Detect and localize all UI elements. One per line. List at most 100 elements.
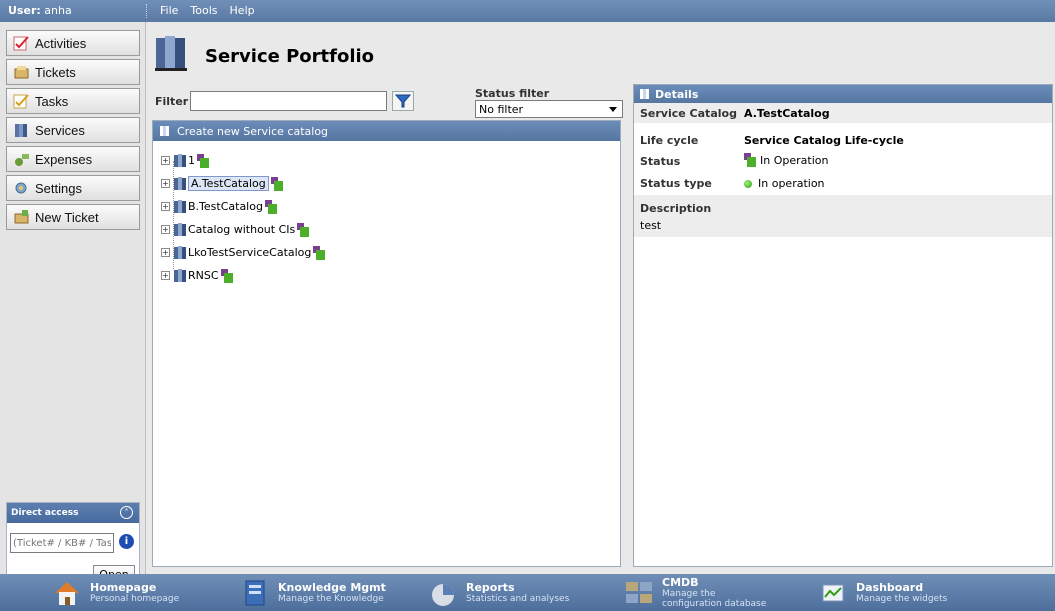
nav-homepage-title: Homepage	[90, 581, 157, 594]
status-label: Status	[640, 155, 681, 168]
sidebar-item-tasks[interactable]: Tasks	[6, 88, 140, 114]
nav-dashboard[interactable]: Dashboard Manage the widgets	[818, 577, 947, 609]
status-icon	[220, 268, 233, 283]
sidebar-item-services[interactable]: Services	[6, 117, 140, 143]
tree-node[interactable]: + 1	[161, 149, 325, 172]
expand-icon[interactable]: +	[161, 248, 170, 257]
status-filter-label: Status filter	[475, 87, 550, 100]
filter-label: Filter	[155, 95, 189, 108]
user-info: User: anha	[0, 0, 146, 22]
status-value-wrap: In Operation	[744, 153, 828, 167]
tree-node[interactable]: + Catalog without CIs	[161, 218, 325, 241]
menu-file[interactable]: File	[160, 4, 178, 17]
expand-icon[interactable]: +	[161, 225, 170, 234]
services-icon	[13, 122, 31, 138]
nav-homepage-text: Homepage Personal homepage	[90, 581, 180, 605]
nav-reports-subtitle: Statistics and analyses	[466, 594, 570, 604]
tree-node[interactable]: + LkoTestServiceCatalog	[161, 241, 326, 264]
nav-cmdb[interactable]: CMDB Manage the configuration database	[624, 577, 772, 609]
sidebar-item-tickets[interactable]: Tickets	[6, 59, 140, 85]
nav-knowledge-subtitle: Manage the Knowledge	[278, 594, 384, 604]
expand-icon[interactable]: +	[161, 202, 170, 211]
top-bar: User: anha File Tools Help	[0, 0, 1055, 22]
description-label: Description	[640, 202, 712, 215]
expand-icon[interactable]: +	[161, 156, 170, 165]
catalog-icon	[174, 199, 186, 214]
tree-node-label: 1	[188, 154, 195, 167]
sidebar-item-new-ticket[interactable]: New Ticket	[6, 204, 140, 230]
services-icon	[639, 88, 651, 100]
sidebar-item-expenses[interactable]: Expenses	[6, 146, 140, 172]
status-icon	[744, 153, 756, 167]
description-value: test	[640, 219, 662, 232]
filter-funnel-icon[interactable]	[392, 91, 414, 111]
sidebar-item-label: New Ticket	[35, 209, 99, 225]
status-filter-value: No filter	[479, 103, 524, 116]
catalog-icon	[174, 245, 186, 260]
status-filter-select[interactable]: No filter	[475, 100, 623, 118]
menu-help[interactable]: Help	[230, 4, 255, 17]
filter-input[interactable]	[190, 91, 387, 111]
catalog-tree-panel: Create new Service catalog + 1 + A.TestC…	[152, 120, 621, 567]
catalog-tree: + 1 + A.TestCatalog + B.TestCatalog + Ca…	[161, 149, 326, 287]
tree-node-label: B.TestCatalog	[188, 200, 263, 213]
tree-node[interactable]: + RNSC	[161, 264, 325, 287]
direct-access-input[interactable]	[10, 533, 114, 553]
sidebar: Activities Tickets Tasks Services Expens…	[0, 22, 146, 592]
tickets-icon	[13, 64, 31, 80]
nav-reports-title: Reports	[466, 581, 515, 594]
settings-icon	[13, 180, 31, 196]
dashboard-icon	[818, 578, 848, 608]
details-panel: Details Service Catalog A.TestCatalog Li…	[633, 84, 1053, 567]
user-label: User:	[8, 4, 41, 17]
status-type-value: In operation	[758, 177, 825, 190]
status-icon	[197, 153, 209, 168]
info-icon[interactable]: i	[119, 534, 134, 549]
nav-homepage[interactable]: Homepage Personal homepage	[52, 577, 179, 609]
nav-cmdb-subtitle: Manage the configuration database	[662, 589, 767, 609]
sidebar-item-activities[interactable]: Activities	[6, 30, 140, 56]
knowledge-icon	[240, 578, 270, 608]
main-content: Service Portfolio Filter Status filter N…	[147, 22, 1055, 574]
sidebar-item-label: Tasks	[35, 93, 69, 109]
tree-node-label: Catalog without CIs	[188, 223, 296, 236]
catalog-icon	[174, 153, 186, 168]
nav-cmdb-text: CMDB Manage the configuration database	[662, 577, 772, 610]
user-name: anha	[44, 4, 72, 17]
sidebar-item-label: Services	[35, 122, 85, 138]
sidebar-item-label: Tickets	[35, 64, 76, 80]
create-service-catalog-button[interactable]: Create new Service catalog	[153, 121, 620, 141]
status-type-value-wrap: In operation	[744, 177, 825, 190]
home-icon	[52, 578, 82, 608]
details-header: Details	[634, 85, 1052, 103]
tree-node-label: LkoTestServiceCatalog	[188, 246, 312, 259]
tree-node[interactable]: + B.TestCatalog	[161, 195, 325, 218]
expand-icon[interactable]: +	[161, 271, 170, 280]
nav-reports[interactable]: Reports Statistics and analyses	[428, 577, 569, 609]
sidebar-item-label: Expenses	[35, 151, 93, 167]
nav-knowledge-mgmt[interactable]: Knowledge Mgmt Manage the Knowledge	[240, 577, 386, 609]
menu-tools[interactable]: Tools	[190, 4, 217, 17]
catalog-icon	[174, 176, 186, 191]
details-title: Details	[655, 87, 699, 101]
service-catalog-label: Service Catalog	[640, 107, 737, 120]
sidebar-item-settings[interactable]: Settings	[6, 175, 140, 201]
page-title: Service Portfolio	[205, 46, 375, 67]
catalog-icon	[174, 222, 186, 237]
status-icon	[270, 176, 283, 191]
tree-node-label: RNSC	[188, 269, 219, 282]
nav-homepage-subtitle: Personal homepage	[90, 594, 180, 604]
tree-node[interactable]: + A.TestCatalog	[161, 172, 325, 195]
expand-icon[interactable]: +	[161, 179, 170, 188]
direct-access-title: Direct access	[11, 508, 79, 518]
expenses-icon	[13, 151, 31, 167]
activities-icon	[13, 35, 31, 51]
status-icon	[264, 199, 277, 214]
main-menu: File Tools Help	[160, 4, 255, 17]
status-icon	[297, 222, 310, 237]
collapse-icon[interactable]: ˄	[120, 506, 133, 519]
tasks-icon	[13, 93, 31, 109]
nav-knowledge-title: Knowledge Mgmt	[278, 581, 386, 594]
services-icon	[159, 125, 171, 137]
service-catalog-value: A.TestCatalog	[744, 107, 830, 120]
